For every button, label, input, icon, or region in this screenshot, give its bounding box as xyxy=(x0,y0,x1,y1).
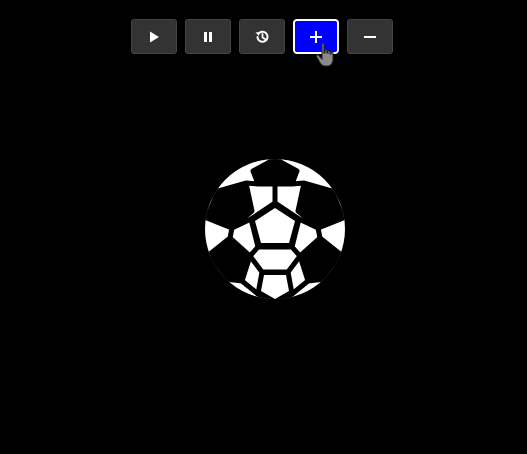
soccer-ball-icon xyxy=(205,159,345,299)
animation-toolbar xyxy=(131,19,393,54)
minus-icon xyxy=(364,35,376,38)
play-icon xyxy=(150,31,159,42)
zoom-out-button[interactable] xyxy=(347,19,393,54)
history-icon xyxy=(255,30,269,43)
pause-button[interactable] xyxy=(185,19,231,54)
play-button[interactable] xyxy=(131,19,177,54)
zoom-in-button[interactable] xyxy=(293,19,339,54)
plus-icon xyxy=(310,30,322,43)
pause-icon xyxy=(204,31,212,42)
reset-button[interactable] xyxy=(239,19,285,54)
